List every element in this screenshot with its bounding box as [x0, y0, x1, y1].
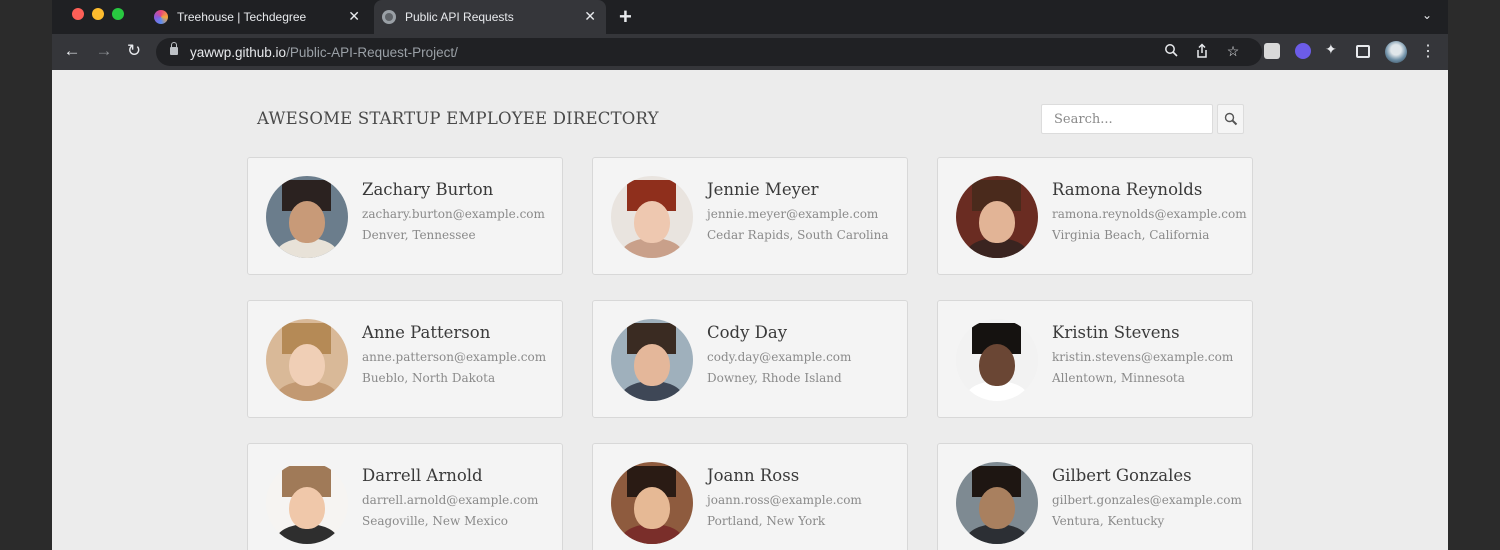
puzzle-extensions-icon[interactable]: ✦ [1325, 41, 1343, 59]
tab-close-icon[interactable]: ✕ [348, 8, 360, 25]
employee-location: Cedar Rapids, South Carolina [707, 228, 889, 242]
employee-email: anne.patterson@example.com [362, 350, 547, 364]
employee-email: joann.ross@example.com [707, 493, 862, 507]
page-content: AWESOME STARTUP EMPLOYEE DIRECTORY Zacha… [52, 70, 1448, 550]
tab-search-chevron-icon[interactable]: ⌄ [1422, 8, 1432, 22]
employee-card[interactable]: Zachary Burton zachary.burton@example.com… [247, 157, 563, 275]
employee-name: Jennie Meyer [707, 180, 819, 199]
employee-location: Ventura, Kentucky [1052, 514, 1165, 528]
employee-email: gilbert.gonzales@example.com [1052, 493, 1242, 507]
employee-location: Bueblo, North Dakota [362, 371, 496, 385]
url-path: /Public-API-Request-Project/ [286, 45, 458, 60]
search-button[interactable] [1217, 104, 1244, 134]
tab-treehouse[interactable]: Treehouse | Techdegree ✕ [146, 0, 370, 34]
extension-icon[interactable] [1264, 43, 1280, 59]
employee-name: Kristin Stevens [1052, 323, 1180, 342]
employee-card[interactable]: Joann Ross joann.ross@example.com Portland… [592, 443, 908, 550]
globe-favicon-icon [382, 10, 396, 24]
employee-email: cody.day@example.com [707, 350, 852, 364]
employee-card[interactable]: Anne Patterson anne.patterson@example.com… [247, 300, 563, 418]
browser-window: Treehouse | Techdegree ✕ Public API Requ… [52, 0, 1448, 550]
employee-card[interactable]: Gilbert Gonzales gilbert.gonzales@example… [937, 443, 1253, 550]
employee-card[interactable]: Jennie Meyer jennie.meyer@example.com Ceda… [592, 157, 908, 275]
tab-title: Treehouse | Techdegree [177, 10, 307, 24]
employee-card[interactable]: Ramona Reynolds ramona.reynolds@example.c… [937, 157, 1253, 275]
treehouse-favicon-icon [154, 10, 168, 24]
employee-avatar [956, 176, 1038, 258]
employee-name: Zachary Burton [362, 180, 494, 199]
employee-avatar [611, 462, 693, 544]
extension-icon[interactable] [1295, 43, 1311, 59]
employee-name: Darrell Arnold [362, 466, 483, 485]
magnifier-icon [1224, 112, 1238, 126]
employee-avatar [266, 462, 348, 544]
bookmark-star-icon[interactable]: ☆ [1224, 43, 1242, 60]
tab-close-icon[interactable]: ✕ [584, 8, 596, 25]
employee-email: ramona.reynolds@example.com [1052, 207, 1247, 221]
employee-card[interactable]: Cody Day cody.day@example.com Downey, Rhod… [592, 300, 908, 418]
profile-avatar[interactable] [1385, 41, 1407, 63]
tab-public-api-requests[interactable]: Public API Requests ✕ [374, 0, 606, 34]
employee-card[interactable]: Kristin Stevens kristin.stevens@example.c… [937, 300, 1253, 418]
employee-avatar [266, 319, 348, 401]
forward-arrow-icon[interactable]: → [94, 41, 114, 61]
tab-strip: Treehouse | Techdegree ✕ Public API Requ… [52, 0, 1448, 34]
employee-avatar [956, 462, 1038, 544]
employee-avatar [956, 319, 1038, 401]
tab-title: Public API Requests [405, 10, 514, 24]
lock-icon[interactable] [170, 42, 178, 55]
employee-email: zachary.burton@example.com [362, 207, 545, 221]
employee-name: Anne Patterson [362, 323, 491, 342]
share-icon[interactable] [1193, 43, 1211, 62]
zoom-icon[interactable] [1162, 43, 1180, 60]
employee-location: Seagoville, New Mexico [362, 514, 509, 528]
page-title: AWESOME STARTUP EMPLOYEE DIRECTORY [257, 109, 659, 128]
reload-icon[interactable]: ↻ [124, 41, 144, 61]
employee-email: kristin.stevens@example.com [1052, 350, 1234, 364]
maximize-window-button[interactable] [112, 8, 124, 20]
search-input[interactable] [1041, 104, 1213, 134]
close-window-button[interactable] [72, 8, 84, 20]
employee-email: jennie.meyer@example.com [707, 207, 879, 221]
employee-location: Allentown, Minnesota [1052, 371, 1185, 385]
employee-email: darrell.arnold@example.com [362, 493, 539, 507]
address-bar[interactable]: yawwp.github.io/Public-API-Request-Proje… [156, 38, 1262, 66]
back-arrow-icon[interactable]: ← [62, 41, 82, 61]
url-text[interactable]: yawwp.github.io/Public-API-Request-Proje… [190, 45, 458, 60]
new-tab-button[interactable]: + [619, 4, 632, 30]
employee-name: Joann Ross [707, 466, 800, 485]
employee-location: Downey, Rhode Island [707, 371, 842, 385]
employee-card[interactable]: Darrell Arnold darrell.arnold@example.com… [247, 443, 563, 550]
employee-avatar [611, 319, 693, 401]
minimize-window-button[interactable] [92, 8, 104, 20]
employee-name: Cody Day [707, 323, 788, 342]
employee-name: Gilbert Gonzales [1052, 466, 1192, 485]
employee-location: Virginia Beach, California [1052, 228, 1210, 242]
employee-location: Portland, New York [707, 514, 826, 528]
browser-toolbar: ← → ↻ yawwp.github.io/Public-API-Request… [52, 34, 1448, 70]
employee-avatar [266, 176, 348, 258]
employee-avatar [611, 176, 693, 258]
kebab-menu-icon[interactable]: ⋮ [1420, 41, 1436, 61]
side-panel-icon[interactable] [1356, 45, 1370, 58]
employee-name: Ramona Reynolds [1052, 180, 1203, 199]
employee-location: Denver, Tennessee [362, 228, 476, 242]
url-host: yawwp.github.io [190, 45, 287, 60]
